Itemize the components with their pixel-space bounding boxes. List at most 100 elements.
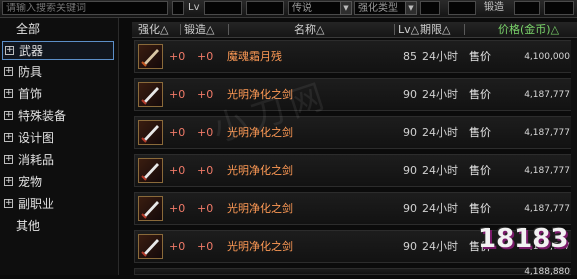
search-input-wrap[interactable] [2, 1, 168, 15]
item-name: 光明净化之剑 [227, 202, 293, 215]
enhance-value: +0 [169, 88, 186, 101]
forge-filter-label: 锻造 [484, 2, 504, 13]
rarity-dropdown-icon[interactable]: ▼ [340, 1, 352, 15]
category-weapon[interactable]: + 武器 [2, 41, 114, 60]
item-level: 90 [403, 240, 417, 253]
category-other[interactable]: 其他 [2, 217, 114, 236]
auction-item-row[interactable]: +0 +0 光明净化之剑 90 24小时 售价 4,187,777 [134, 78, 577, 111]
item-level: 85 [403, 50, 417, 63]
item-duration: 24小时 [422, 240, 458, 253]
enhance-value: +0 [169, 164, 186, 177]
category-label: 消耗品 [18, 153, 55, 167]
category-armor[interactable]: + 防具 [2, 63, 114, 82]
category-all[interactable]: 全部 [2, 20, 114, 39]
rarity-select[interactable]: 传说 [288, 1, 342, 15]
auction-item-row[interactable]: +0 +0 光明净化之剑 90 24小时 售价 4,187,777 [134, 154, 577, 187]
column-divider [228, 24, 229, 35]
expand-plus-icon[interactable]: + [4, 89, 13, 98]
enhance-type-select-value: 强化类型 [358, 3, 398, 14]
category-consumable[interactable]: + 消耗品 [2, 151, 114, 170]
category-label: 设计图 [18, 131, 55, 145]
weapon-sword-icon [138, 120, 163, 145]
item-price: 4,187,777 [524, 204, 570, 214]
lv-min-input[interactable] [204, 1, 242, 15]
forge-value: +0 [197, 240, 214, 253]
forge-max-input[interactable] [544, 1, 574, 15]
site-logo: 18183 [478, 224, 569, 254]
category-label: 其他 [16, 219, 41, 233]
lv-filter-label: Lv [188, 2, 200, 13]
item-price: 4,188,880 [524, 267, 570, 277]
category-label: 首饰 [18, 87, 43, 101]
auction-item-row[interactable]: +0 +0 魔魂霜月残 85 24小时 售价 4,100,000 [134, 40, 577, 73]
expand-plus-icon[interactable]: + [4, 199, 13, 208]
sort-forge-header[interactable]: 锻造△ [184, 22, 214, 37]
sort-duration-header[interactable]: 期限△ [420, 22, 450, 37]
auction-item-row[interactable]: +0 +0 光明净化之剑 90 24小时 售价 4,187,777 [134, 192, 577, 225]
category-sidebar: 全部 + 武器 + 防具 + 首饰 + 特殊装备 + 设计图 + 消耗品 + 宠… [0, 18, 119, 275]
item-name: 魔魂霜月残 [227, 50, 282, 63]
item-level: 90 [403, 126, 417, 139]
search-input[interactable] [6, 3, 167, 14]
forge-value: +0 [197, 202, 214, 215]
enhance-value: +0 [169, 240, 186, 253]
enhance-value: +0 [169, 202, 186, 215]
weapon-sword-icon [138, 158, 163, 183]
weapon-sword-icon [138, 234, 163, 259]
item-price: 4,187,777 [524, 166, 570, 176]
auction-item-row[interactable]: 4,188,880 [134, 267, 577, 277]
expand-plus-icon[interactable]: + [5, 46, 14, 55]
sort-enhance-header[interactable]: 强化△ [138, 22, 168, 37]
category-label: 防具 [18, 65, 43, 79]
enhance-value: +0 [169, 126, 186, 139]
category-sub-profession[interactable]: + 副职业 [2, 195, 114, 214]
item-name: 光明净化之剑 [227, 164, 293, 177]
forge-value: +0 [197, 164, 214, 177]
expand-plus-icon[interactable]: + [4, 111, 13, 120]
item-list-header: 强化△ 锻造△ 名称△ Lv△ 期限△ 价格(金币)△ [132, 22, 577, 38]
category-special-equipment[interactable]: + 特殊装备 [2, 107, 114, 126]
sort-lv-header[interactable]: Lv△ [398, 22, 419, 37]
item-duration: 24小时 [422, 126, 458, 139]
filter-bar: Lv 传说 ▼ 强化类型 ▼ 锻造 [0, 0, 577, 18]
item-duration: 24小时 [422, 50, 458, 63]
sort-price-header[interactable]: 价格(金币)△ [498, 22, 559, 37]
column-divider [464, 24, 465, 35]
sale-label: 售价 [469, 50, 491, 63]
enhance-max-input[interactable] [448, 1, 476, 15]
category-accessory[interactable]: + 首饰 [2, 85, 114, 104]
category-label: 特殊装备 [18, 109, 67, 123]
forge-min-input[interactable] [514, 1, 540, 15]
category-label: 武器 [19, 44, 44, 58]
enhance-type-dropdown-icon[interactable]: ▼ [405, 1, 417, 15]
item-level: 90 [403, 202, 417, 215]
expand-plus-icon[interactable]: + [4, 155, 13, 164]
enhance-type-select[interactable]: 强化类型 [354, 1, 406, 15]
enhance-value: +0 [169, 50, 186, 63]
lv-max-input[interactable] [246, 1, 284, 15]
category-label: 副职业 [18, 197, 55, 211]
forge-value: +0 [197, 50, 214, 63]
category-label: 宠物 [18, 175, 43, 189]
sale-label: 售价 [469, 202, 491, 215]
expand-plus-icon[interactable]: + [4, 67, 13, 76]
item-duration: 24小时 [422, 88, 458, 101]
expand-plus-icon[interactable]: + [4, 133, 13, 142]
item-price: 4,100,000 [524, 52, 570, 62]
rarity-select-value: 传说 [292, 3, 312, 14]
item-duration: 24小时 [422, 202, 458, 215]
auction-item-row[interactable]: +0 +0 光明净化之剑 90 24小时 售价 4,187,777 [134, 116, 577, 149]
category-blueprint[interactable]: + 设计图 [2, 129, 114, 148]
expand-plus-icon[interactable]: + [4, 177, 13, 186]
enhance-min-input[interactable] [420, 1, 440, 15]
weapon-sword-icon [138, 44, 163, 69]
weapon-sword-icon [138, 196, 163, 221]
sort-name-header[interactable]: 名称△ [294, 22, 324, 37]
sale-label: 售价 [469, 88, 491, 101]
item-name: 光明净化之剑 [227, 240, 293, 253]
enhance-filter-box[interactable] [172, 1, 184, 15]
item-price: 4,187,777 [524, 90, 570, 100]
category-pet[interactable]: + 宠物 [2, 173, 114, 192]
item-price: 4,187,777 [524, 128, 570, 138]
item-duration: 24小时 [422, 164, 458, 177]
